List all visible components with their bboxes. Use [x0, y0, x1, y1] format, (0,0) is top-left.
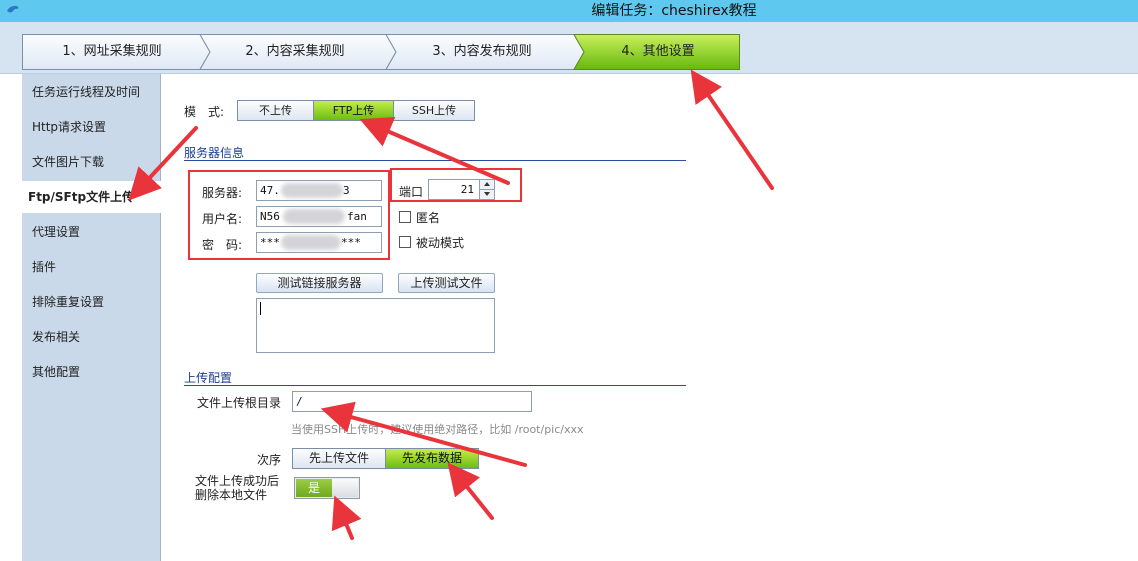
title-bar: 编辑任务：cheshirex教程	[0, 0, 1138, 22]
sidebar-item-ftp-upload[interactable]: Ftp/SFtp文件上传	[22, 181, 161, 213]
sidebar-item-http-request[interactable]: Http请求设置	[22, 111, 161, 143]
upload-test-file-button[interactable]: 上传测试文件	[398, 273, 495, 293]
step-1-url-rules[interactable]: 1、网址采集规则	[22, 34, 202, 70]
upload-root-input[interactable]: /	[292, 391, 532, 412]
server-section-title: 服务器信息	[184, 146, 245, 160]
passive-mode-label: 被动模式	[416, 236, 465, 250]
sidebar-item-dedupe[interactable]: 排除重复设置	[22, 286, 161, 318]
delete-local-label-line2: 删除本地文件	[195, 488, 268, 502]
delete-local-toggle[interactable]: 是	[294, 477, 360, 499]
step-wizard: 1、网址采集规则 2、内容采集规则 3、内容发布规则 4、其他设置	[0, 22, 1138, 74]
upload-order-selector: 先上传文件 先发布数据	[292, 448, 479, 469]
delete-local-label-line1: 文件上传成功后	[195, 474, 280, 488]
test-log-textarea[interactable]	[256, 298, 495, 353]
upload-section-title: 上传配置	[184, 371, 233, 385]
step-2-content-rules[interactable]: 2、内容采集规则	[202, 34, 388, 70]
order-option-publish-first[interactable]: 先发布数据	[386, 449, 478, 468]
upload-root-value: /	[296, 395, 303, 408]
step-3-publish-rules[interactable]: 3、内容发布规则	[388, 34, 576, 70]
upload-root-label: 文件上传根目录	[197, 396, 282, 410]
order-label: 次序	[257, 453, 282, 467]
order-option-upload-first[interactable]: 先上传文件	[293, 449, 386, 468]
toggle-on-label: 是	[296, 479, 332, 497]
toggle-knob	[332, 479, 358, 497]
settings-sidebar: 任务运行线程及时间 Http请求设置 文件图片下载 Ftp/SFtp文件上传 代…	[22, 74, 161, 561]
sidebar-item-proxy[interactable]: 代理设置	[22, 216, 161, 248]
annotation-box-credentials	[188, 170, 390, 260]
server-section-divider	[184, 160, 686, 161]
sidebar-item-other-config[interactable]: 其他配置	[22, 356, 161, 388]
passive-mode-checkbox[interactable]	[399, 236, 411, 248]
annotation-box-port	[390, 168, 522, 202]
mode-option-none[interactable]: 不上传	[238, 101, 314, 120]
sidebar-item-publish[interactable]: 发布相关	[22, 321, 161, 353]
ssh-path-hint: 当使用SSH上传时，建议使用绝对路径，比如 /root/pic/xxx	[291, 423, 584, 436]
mode-option-ssh[interactable]: SSH上传	[394, 101, 474, 120]
anonymous-checkbox[interactable]	[399, 211, 411, 223]
window-title: 编辑任务：cheshirex教程	[591, 3, 757, 19]
upload-section-divider	[184, 385, 686, 386]
mode-selector: 不上传 FTP上传 SSH上传	[237, 100, 475, 121]
text-caret	[260, 302, 261, 315]
sidebar-item-threads-time[interactable]: 任务运行线程及时间	[22, 76, 161, 108]
sidebar-item-file-download[interactable]: 文件图片下载	[22, 146, 161, 178]
sidebar-item-plugins[interactable]: 插件	[22, 251, 161, 283]
delete-local-label: 文件上传成功后 删除本地文件	[195, 474, 279, 502]
mode-label: 模 式:	[184, 105, 225, 119]
test-connection-button[interactable]: 测试链接服务器	[256, 273, 383, 293]
anonymous-label: 匿名	[416, 211, 441, 225]
mode-option-ftp[interactable]: FTP上传	[314, 101, 394, 120]
step-4-other-settings[interactable]: 4、其他设置	[576, 34, 740, 70]
